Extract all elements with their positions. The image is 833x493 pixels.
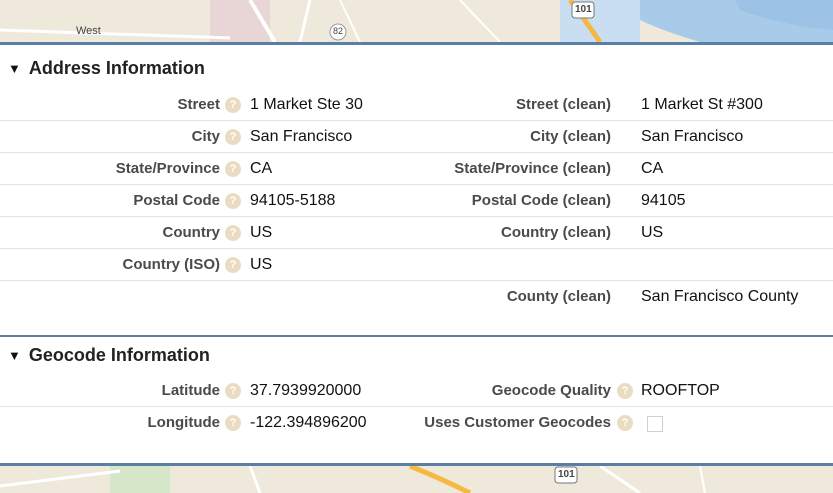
triangle-down-icon[interactable]: ▼ xyxy=(8,348,21,363)
city-value: San Francisco xyxy=(250,128,353,145)
postal-code-clean-value: 94105 xyxy=(641,192,686,209)
country-iso-value: US xyxy=(250,256,273,273)
postal-code-clean-label: Postal Code (clean) xyxy=(471,192,611,209)
table-row: Country ? US Country (clean) US xyxy=(0,217,833,249)
help-icon[interactable]: ? xyxy=(225,193,241,209)
longitude-value: -122.394896200 xyxy=(250,414,367,431)
section-divider xyxy=(0,335,833,337)
table-row: Longitude ? -122.394896200 Uses Customer… xyxy=(0,407,833,439)
uses-customer-geocodes-checkbox[interactable] xyxy=(647,416,663,432)
help-icon[interactable]: ? xyxy=(225,225,241,241)
map-graphic xyxy=(0,0,833,42)
address-section-title: Address Information xyxy=(28,57,205,78)
record-detail-panel: ▼ Address Information Street ? 1 Market … xyxy=(0,42,833,466)
postal-code-value: 94105-5188 xyxy=(250,192,336,209)
help-icon[interactable]: ? xyxy=(225,161,241,177)
country-label: Country xyxy=(162,224,221,241)
table-row: Latitude ? 37.7939920000 Geocode Quality… xyxy=(0,375,833,407)
map-label-west: West xyxy=(76,25,101,37)
county-clean-value: San Francisco County xyxy=(641,288,799,305)
table-row: County (clean) San Francisco County xyxy=(0,281,833,313)
state-label: State/Province xyxy=(115,160,220,177)
map-route-101: 101 xyxy=(575,4,592,15)
triangle-down-icon[interactable]: ▼ xyxy=(8,61,21,76)
street-clean-label: Street (clean) xyxy=(515,96,611,113)
state-clean-value: CA xyxy=(641,160,664,177)
table-row: City ? San Francisco City (clean) San Fr… xyxy=(0,121,833,153)
city-clean-label: City (clean) xyxy=(530,128,611,145)
state-value: CA xyxy=(250,160,273,177)
geocode-section-header[interactable]: ▼ Geocode Information xyxy=(8,342,210,368)
table-row: Country (ISO) ? US xyxy=(0,249,833,281)
longitude-label: Longitude xyxy=(147,414,220,431)
street-value: 1 Market Ste 30 xyxy=(250,96,363,113)
help-icon[interactable]: ? xyxy=(617,383,633,399)
map-graphic xyxy=(0,466,833,493)
table-row: Street ? 1 Market Ste 30 Street (clean) … xyxy=(0,89,833,121)
street-label: Street xyxy=(177,96,220,113)
map-route-101: 101 xyxy=(558,469,575,480)
country-value: US xyxy=(250,224,273,241)
city-clean-value: San Francisco xyxy=(641,128,744,145)
help-icon[interactable]: ? xyxy=(225,415,241,431)
county-clean-label: County (clean) xyxy=(506,288,611,305)
latitude-value: 37.7939920000 xyxy=(250,382,362,399)
map-background-top[interactable]: West 82 101 xyxy=(0,0,833,42)
help-icon[interactable]: ? xyxy=(225,383,241,399)
state-clean-label: State/Province (clean) xyxy=(454,160,611,177)
map-route-82: 82 xyxy=(333,26,344,36)
geocode-section-title: Geocode Information xyxy=(28,344,210,365)
postal-code-label: Postal Code xyxy=(133,192,220,209)
address-section-header[interactable]: ▼ Address Information xyxy=(8,55,205,81)
map-background-bottom[interactable]: 101 xyxy=(0,466,833,493)
country-clean-value: US xyxy=(641,224,664,241)
table-row: Postal Code ? 94105-5188 Postal Code (cl… xyxy=(0,185,833,217)
street-clean-value: 1 Market St #300 xyxy=(641,96,763,113)
table-row: State/Province ? CA State/Province (clea… xyxy=(0,153,833,185)
geocode-quality-value: ROOFTOP xyxy=(641,382,720,399)
country-iso-label: Country (ISO) xyxy=(122,256,221,273)
uses-customer-geocodes-label: Uses Customer Geocodes xyxy=(424,414,611,431)
help-icon[interactable]: ? xyxy=(225,97,241,113)
country-clean-label: Country (clean) xyxy=(500,224,611,241)
help-icon[interactable]: ? xyxy=(225,129,241,145)
city-label: City xyxy=(191,128,220,145)
help-icon[interactable]: ? xyxy=(225,257,241,273)
help-icon[interactable]: ? xyxy=(617,415,633,431)
geocode-quality-label: Geocode Quality xyxy=(491,382,611,399)
latitude-label: Latitude xyxy=(161,382,220,399)
